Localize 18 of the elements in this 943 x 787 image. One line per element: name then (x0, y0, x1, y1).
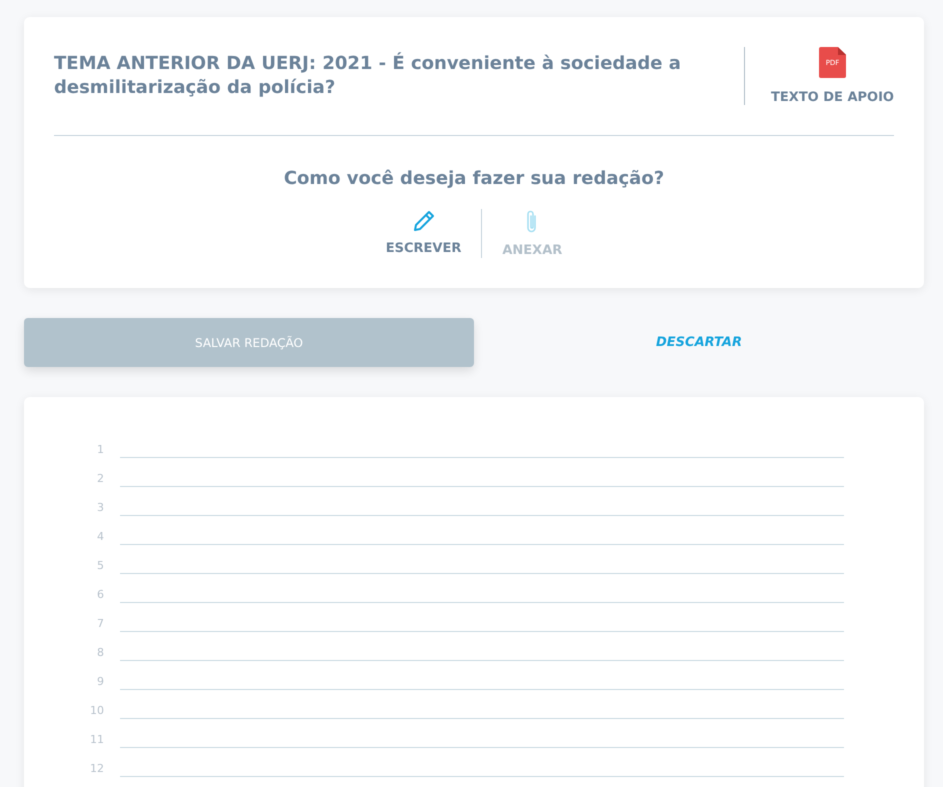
line-number: 10 (89, 704, 104, 719)
discard-link[interactable]: DESCARTAR (474, 335, 924, 350)
line-number: 3 (96, 501, 104, 516)
line-number: 5 (96, 559, 104, 574)
pencil-icon (412, 209, 436, 233)
line-number: 6 (96, 588, 104, 603)
line-number: 1 (96, 443, 104, 458)
line-number: 4 (96, 530, 104, 545)
mode-question: Como você deseja fazer sua redação? (282, 168, 666, 189)
line-number: 8 (96, 646, 104, 661)
line-number: 11 (89, 733, 104, 748)
line-number: 7 (96, 617, 104, 632)
support-text-link[interactable]: TEXTO DE APOIO (771, 90, 894, 105)
line-number: 9 (96, 675, 104, 690)
mode-option[interactable]: ESCREVER (366, 209, 482, 258)
line-number: 2 (96, 472, 104, 487)
theme-title: TEMA ANTERIOR DA UERJ: 2021 - É conveniente à sociedade a desmilitarização da polícia? (54, 52, 682, 100)
line-number: 12 (89, 762, 104, 777)
